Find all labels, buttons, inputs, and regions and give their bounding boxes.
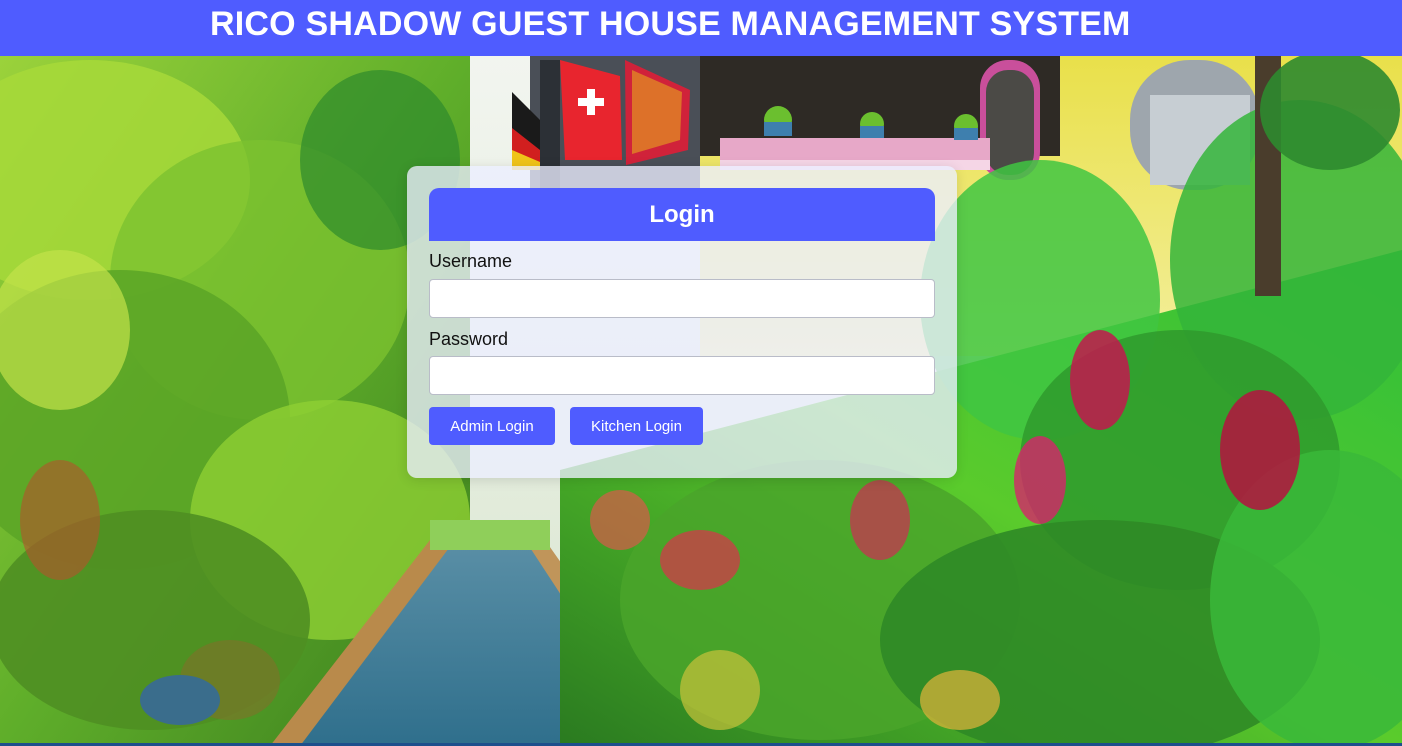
password-input[interactable] xyxy=(429,356,935,395)
kitchen-login-button[interactable]: Kitchen Login xyxy=(570,407,703,445)
app-title: RICO SHADOW GUEST HOUSE MANAGEMENT SYSTE… xyxy=(210,5,1131,43)
login-form: Login Username Password Admin Login Kitc… xyxy=(407,166,957,478)
password-label: Password xyxy=(429,329,509,349)
username-label: Username xyxy=(429,251,513,271)
login-header: Login xyxy=(429,188,935,241)
header-bar: RICO SHADOW GUEST HOUSE MANAGEMENT SYSTE… xyxy=(0,0,1402,56)
login-page: RICO SHADOW GUEST HOUSE MANAGEMENT SYSTE… xyxy=(0,0,1402,746)
admin-login-button[interactable]: Admin Login xyxy=(429,407,555,445)
login-title: Login xyxy=(649,200,715,228)
username-input[interactable] xyxy=(429,279,935,318)
